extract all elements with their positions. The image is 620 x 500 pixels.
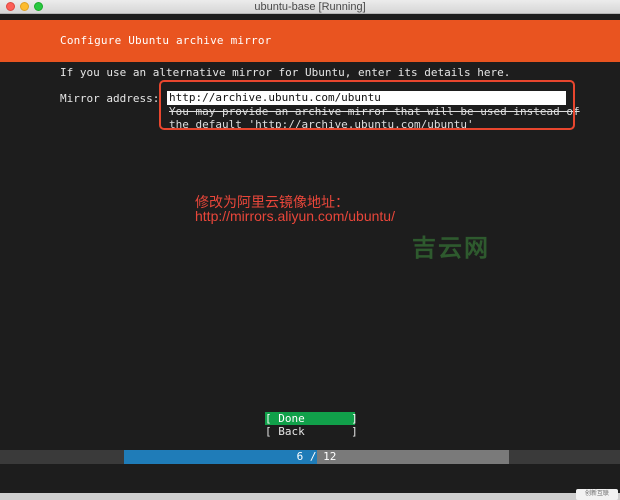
status-icons [507, 494, 570, 499]
window-titlebar: ubuntu-base [Running] [0, 0, 620, 14]
vm-screen: Configure Ubuntu archive mirror If you u… [0, 14, 620, 500]
site-logo: 创新互联 [576, 489, 618, 500]
back-button[interactable]: [ Back ] [265, 425, 358, 438]
installer-title: Configure Ubuntu archive mirror [60, 34, 272, 47]
vm-statusbar [0, 493, 620, 500]
annotation-line2: http://mirrors.aliyun.com/ubuntu/ [195, 208, 395, 224]
progress-text: 6 / 12 [296, 450, 337, 463]
done-button[interactable]: [ Done ] [265, 412, 358, 425]
window-title: ubuntu-base [Running] [254, 1, 366, 13]
annotation-highlight-box [159, 80, 575, 130]
progress-track: 6 / 12 [0, 450, 620, 464]
mirror-address-label: Mirror address: [60, 92, 160, 105]
watermark-text: 吉云网 [412, 234, 490, 262]
installer-header: Configure Ubuntu archive mirror [0, 20, 620, 62]
intro-text: If you use an alternative mirror for Ubu… [60, 66, 511, 79]
progress-bar: 6 / 12 [124, 450, 509, 464]
